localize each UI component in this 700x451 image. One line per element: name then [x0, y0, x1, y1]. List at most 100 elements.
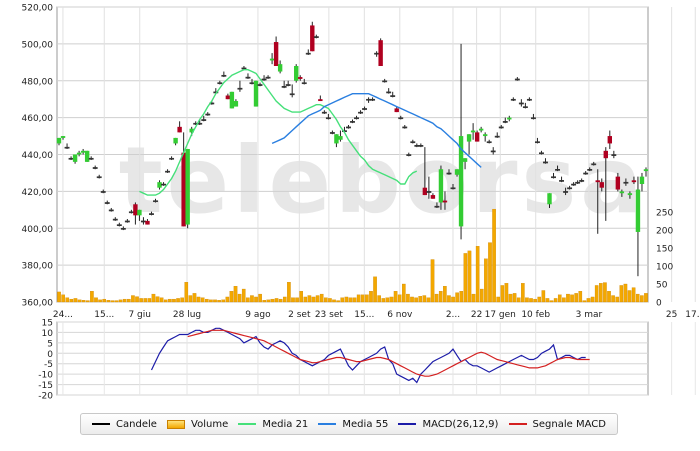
- volume-bar: [607, 291, 611, 303]
- volume-bar: [348, 297, 353, 303]
- volume-bar: [168, 298, 172, 303]
- candle-body: [438, 169, 444, 203]
- candle-body: [165, 170, 171, 173]
- macd-tick-label: -5: [44, 360, 53, 370]
- candle-body: [470, 130, 476, 133]
- volume-bar: [278, 298, 283, 303]
- candle-body: [494, 135, 500, 138]
- candle-body: [185, 148, 190, 225]
- legend-item-macd[interactable]: MACD(26,12,9): [398, 419, 498, 430]
- volume-bar: [578, 291, 583, 303]
- volume-bar: [525, 297, 529, 303]
- legend-item-volume[interactable]: Volume: [167, 419, 228, 430]
- candle-body: [281, 86, 287, 88]
- volume-bar: [81, 300, 86, 303]
- volume-bar: [254, 296, 258, 303]
- candle-body: [253, 80, 259, 107]
- candle-body: [358, 111, 363, 114]
- candle-body: [346, 126, 351, 129]
- candle-body: [225, 95, 231, 100]
- volume-bar: [430, 259, 435, 303]
- volume-bar: [163, 299, 168, 303]
- candle-body: [378, 40, 383, 66]
- volume-bar: [241, 288, 246, 303]
- x-tick-label: 2...: [446, 310, 460, 320]
- candle-body: [591, 163, 597, 166]
- legend-item-media-21[interactable]: Media 21: [238, 419, 308, 430]
- candle-body: [583, 172, 589, 175]
- segnale-macd-swatch: [508, 423, 527, 425]
- candle-body: [398, 117, 404, 120]
- volume-bar: [94, 297, 98, 303]
- volume-bar: [586, 298, 591, 303]
- volume-bar: [635, 293, 640, 303]
- volume-bar: [599, 283, 603, 303]
- candle-body: [430, 195, 436, 199]
- candle-body: [84, 150, 90, 162]
- candle-body: [104, 202, 110, 204]
- volume-bar: [619, 285, 624, 303]
- volume-bar: [315, 295, 320, 303]
- volume-bar: [176, 298, 180, 303]
- candle-body: [539, 152, 544, 155]
- volume-bar: [640, 295, 644, 303]
- media-55-swatch: [318, 423, 337, 425]
- legend-item-media-55[interactable]: Media 55: [318, 419, 388, 430]
- legend-item-candele[interactable]: Candele: [92, 419, 157, 430]
- volume-bar: [500, 285, 505, 303]
- x-tick-label: 17 gen: [485, 310, 516, 320]
- volume-bar: [287, 282, 291, 303]
- volume-bar: [541, 290, 546, 303]
- candle-body: [233, 101, 239, 107]
- candle-body: [370, 98, 376, 101]
- candle-body: [450, 187, 456, 190]
- volume-bar: [611, 295, 615, 303]
- price-tick-label: 420,00: [22, 188, 54, 198]
- volume-bar: [143, 298, 148, 303]
- volume-bar: [471, 293, 476, 303]
- macd-tick-label: 0: [47, 350, 53, 360]
- volume-bar: [204, 298, 209, 303]
- candle-body: [490, 150, 496, 153]
- volume-bar: [102, 298, 106, 303]
- volume-bar: [549, 300, 554, 303]
- price-tick-label: 460,00: [22, 114, 54, 124]
- volume-bar: [484, 258, 488, 303]
- volume-bar: [574, 293, 578, 303]
- volume-bar: [562, 297, 566, 303]
- candle-body: [374, 52, 380, 55]
- candle-body: [575, 181, 581, 184]
- volume-bar: [332, 299, 336, 303]
- candle-body: [205, 113, 211, 116]
- x-tick-label: 6 nov: [387, 310, 413, 320]
- candle-body: [173, 137, 178, 144]
- candle-body: [112, 218, 118, 221]
- x-tick-label: 25: [666, 310, 677, 320]
- volume-bar: [410, 296, 414, 303]
- candle-body: [603, 150, 608, 159]
- volume-bar: [434, 293, 439, 303]
- candle-body: [366, 98, 372, 101]
- candle-body: [530, 117, 536, 120]
- volume-bar: [139, 298, 143, 303]
- volume-bar: [397, 294, 402, 303]
- candle-body: [639, 176, 645, 184]
- candle-body: [68, 157, 74, 160]
- volume-bar: [73, 298, 78, 303]
- legend-item-segnale-macd[interactable]: Segnale MACD: [508, 419, 606, 430]
- candle-body: [145, 220, 150, 225]
- volume-bar: [627, 290, 632, 303]
- candle-body: [446, 172, 452, 175]
- volume-bar: [221, 299, 226, 303]
- volume-bar: [557, 294, 562, 303]
- candle-body: [88, 157, 94, 160]
- price-tick-label: 480,00: [22, 77, 54, 87]
- volume-bar: [237, 293, 242, 303]
- volume-bar: [127, 298, 131, 303]
- candle-body: [124, 220, 130, 223]
- candle-body: [137, 209, 142, 216]
- candle-body: [482, 134, 488, 137]
- candle-body: [474, 132, 480, 142]
- volume-bar: [631, 287, 636, 303]
- x-tick-label: 23 set: [315, 310, 344, 320]
